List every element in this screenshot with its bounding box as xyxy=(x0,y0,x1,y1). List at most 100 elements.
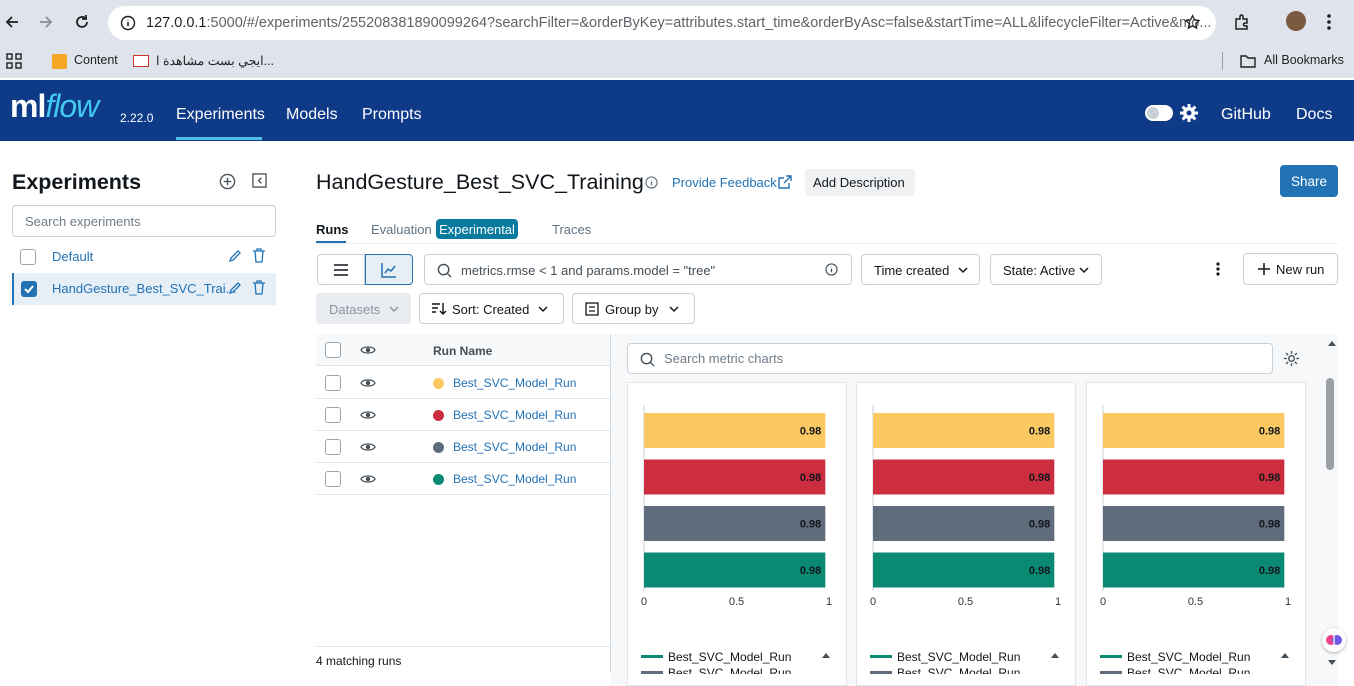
legend-up-arrow-icon[interactable] xyxy=(1280,652,1290,659)
bar-3[interactable] xyxy=(1103,552,1285,588)
run-color-dot[interactable] xyxy=(433,474,444,485)
dark-mode-toggle[interactable] xyxy=(1145,105,1173,121)
bar-0[interactable] xyxy=(1103,413,1285,448)
info-icon[interactable] xyxy=(645,176,658,189)
table-row[interactable]: Best_SVC_Model_Run xyxy=(316,463,610,495)
add-experiment-icon[interactable] xyxy=(219,173,236,190)
group-by-dropdown[interactable]: Group by xyxy=(572,293,695,324)
bar-2[interactable] xyxy=(873,506,1055,541)
bar-chart[interactable]: 0.98 0.98 0.98 0.98 0 0.5 1 xyxy=(1087,383,1307,623)
bar-2[interactable] xyxy=(1103,506,1285,541)
bar-chart[interactable]: 0.98 0.98 0.98 0.98 0 0.5 1 xyxy=(857,383,1077,623)
bookmark-egybest[interactable]: ايجي بست مشاهدة ا... xyxy=(156,53,274,68)
site-info-icon[interactable] xyxy=(120,15,136,31)
row-checkbox[interactable] xyxy=(325,375,341,391)
run-name-link[interactable]: Best_SVC_Model_Run xyxy=(453,376,576,390)
metric-chart-card[interactable]: 0.98 0.98 0.98 0.98 0 0.5 1 Best_SVC_Model_Run… xyxy=(1086,382,1306,686)
profile-avatar[interactable] xyxy=(1286,11,1306,31)
scroll-thumb[interactable] xyxy=(1326,378,1334,470)
row-checkbox[interactable] xyxy=(325,471,341,487)
time-created-dropdown[interactable]: Time created xyxy=(861,254,980,285)
assistant-brain-icon[interactable] xyxy=(1322,628,1346,652)
reload-icon[interactable] xyxy=(70,10,94,34)
nav-prompts[interactable]: Prompts xyxy=(362,106,422,124)
experiment-item-default[interactable]: Default xyxy=(12,241,276,273)
back-arrow-icon[interactable] xyxy=(0,10,24,34)
apps-grid-icon[interactable] xyxy=(6,53,22,69)
legend-up-arrow-icon[interactable] xyxy=(1050,652,1060,659)
run-color-dot[interactable] xyxy=(433,378,444,389)
metric-chart-card[interactable]: 0.98 0.98 0.98 0.98 0 0.5 1 Best_SVC_Model_Run… xyxy=(627,382,847,686)
sort-dropdown[interactable]: Sort: Created xyxy=(419,293,564,324)
row-checkbox[interactable] xyxy=(325,407,341,423)
kebab-menu-icon[interactable] xyxy=(1215,261,1221,277)
legend-up-arrow-icon[interactable] xyxy=(821,652,831,659)
run-color-dot[interactable] xyxy=(433,410,444,421)
bookmark-content[interactable]: Content xyxy=(74,53,118,67)
collapse-sidebar-icon[interactable] xyxy=(252,173,267,188)
row-checkbox[interactable] xyxy=(325,439,341,455)
experiment-checkbox[interactable] xyxy=(20,249,36,265)
eye-icon[interactable] xyxy=(360,344,376,356)
mlflow-logo[interactable]: mlflow xyxy=(10,88,99,125)
delete-trash-icon[interactable] xyxy=(252,280,266,295)
bar-0[interactable] xyxy=(644,413,826,448)
nav-experiments[interactable]: Experiments xyxy=(176,106,265,124)
run-name-link[interactable]: Best_SVC_Model_Run xyxy=(453,440,576,454)
bar-2[interactable] xyxy=(644,506,826,541)
experiment-label[interactable]: HandGesture_Best_SVC_Trai... xyxy=(52,281,237,296)
select-all-checkbox[interactable] xyxy=(325,342,341,358)
search-metric-charts-input[interactable]: Search metric charts xyxy=(627,343,1273,374)
runs-filter-input[interactable]: metrics.rmse < 1 and params.model = "tre… xyxy=(424,254,852,285)
eye-icon[interactable] xyxy=(360,441,376,453)
edit-pencil-icon[interactable] xyxy=(228,281,242,295)
external-link-icon[interactable] xyxy=(778,175,792,189)
experiment-checkbox[interactable] xyxy=(21,281,37,297)
tab-runs[interactable]: Runs xyxy=(316,222,349,237)
more-menu-icon[interactable] xyxy=(1326,12,1332,32)
provide-feedback-link[interactable]: Provide Feedback xyxy=(672,175,777,190)
table-row[interactable]: Best_SVC_Model_Run xyxy=(316,399,610,431)
table-row[interactable]: Best_SVC_Model_Run xyxy=(316,431,610,463)
experiment-label[interactable]: Default xyxy=(52,249,93,264)
filter-info-icon[interactable] xyxy=(825,263,838,276)
add-description-button[interactable]: Add Description xyxy=(805,169,915,196)
bar-1[interactable] xyxy=(873,459,1055,495)
bar-chart[interactable]: 0.98 0.98 0.98 0.98 0 0.5 1 xyxy=(628,383,848,623)
run-name-link[interactable]: Best_SVC_Model_Run xyxy=(453,472,576,486)
share-button[interactable]: Share xyxy=(1280,165,1338,197)
address-bar[interactable]: 127.0.0.1:5000/#/experiments/25520838189… xyxy=(108,6,1216,40)
datasets-dropdown[interactable]: Datasets xyxy=(316,293,411,324)
state-dropdown[interactable]: State: Active xyxy=(990,254,1102,285)
tab-traces[interactable]: Traces xyxy=(552,222,591,237)
forward-arrow-icon[interactable] xyxy=(34,10,58,34)
github-link[interactable]: GitHub xyxy=(1221,106,1271,124)
bar-0[interactable] xyxy=(873,413,1055,448)
all-bookmarks[interactable]: All Bookmarks xyxy=(1264,53,1344,67)
bar-3[interactable] xyxy=(644,552,826,588)
run-color-dot[interactable] xyxy=(433,442,444,453)
delete-trash-icon[interactable] xyxy=(252,248,266,263)
run-name-link[interactable]: Best_SVC_Model_Run xyxy=(453,408,576,422)
gear-icon[interactable] xyxy=(1180,104,1198,122)
eye-icon[interactable] xyxy=(360,409,376,421)
search-experiments-input[interactable]: Search experiments xyxy=(12,205,276,237)
edit-pencil-icon[interactable] xyxy=(228,249,242,263)
docs-link[interactable]: Docs xyxy=(1296,106,1332,124)
table-row[interactable]: Best_SVC_Model_Run xyxy=(316,367,610,399)
tab-evaluation[interactable]: Evaluation xyxy=(371,222,432,237)
experiment-item-handgesture[interactable]: HandGesture_Best_SVC_Trai... xyxy=(12,273,276,305)
chart-view-button[interactable] xyxy=(365,254,413,285)
scroll-down-arrow-icon[interactable] xyxy=(1327,659,1337,666)
extensions-icon[interactable] xyxy=(1233,13,1251,31)
new-run-button[interactable]: New run xyxy=(1243,253,1338,285)
nav-models[interactable]: Models xyxy=(286,106,338,124)
bar-1[interactable] xyxy=(644,459,826,495)
scroll-up-arrow-icon[interactable] xyxy=(1327,340,1337,347)
metric-chart-card[interactable]: 0.98 0.98 0.98 0.98 0 0.5 1 Best_SVC_Model_Run… xyxy=(856,382,1076,686)
eye-icon[interactable] xyxy=(360,473,376,485)
table-view-button[interactable] xyxy=(317,254,365,285)
bar-3[interactable] xyxy=(873,552,1055,588)
eye-icon[interactable] xyxy=(360,377,376,389)
bar-1[interactable] xyxy=(1103,459,1285,495)
